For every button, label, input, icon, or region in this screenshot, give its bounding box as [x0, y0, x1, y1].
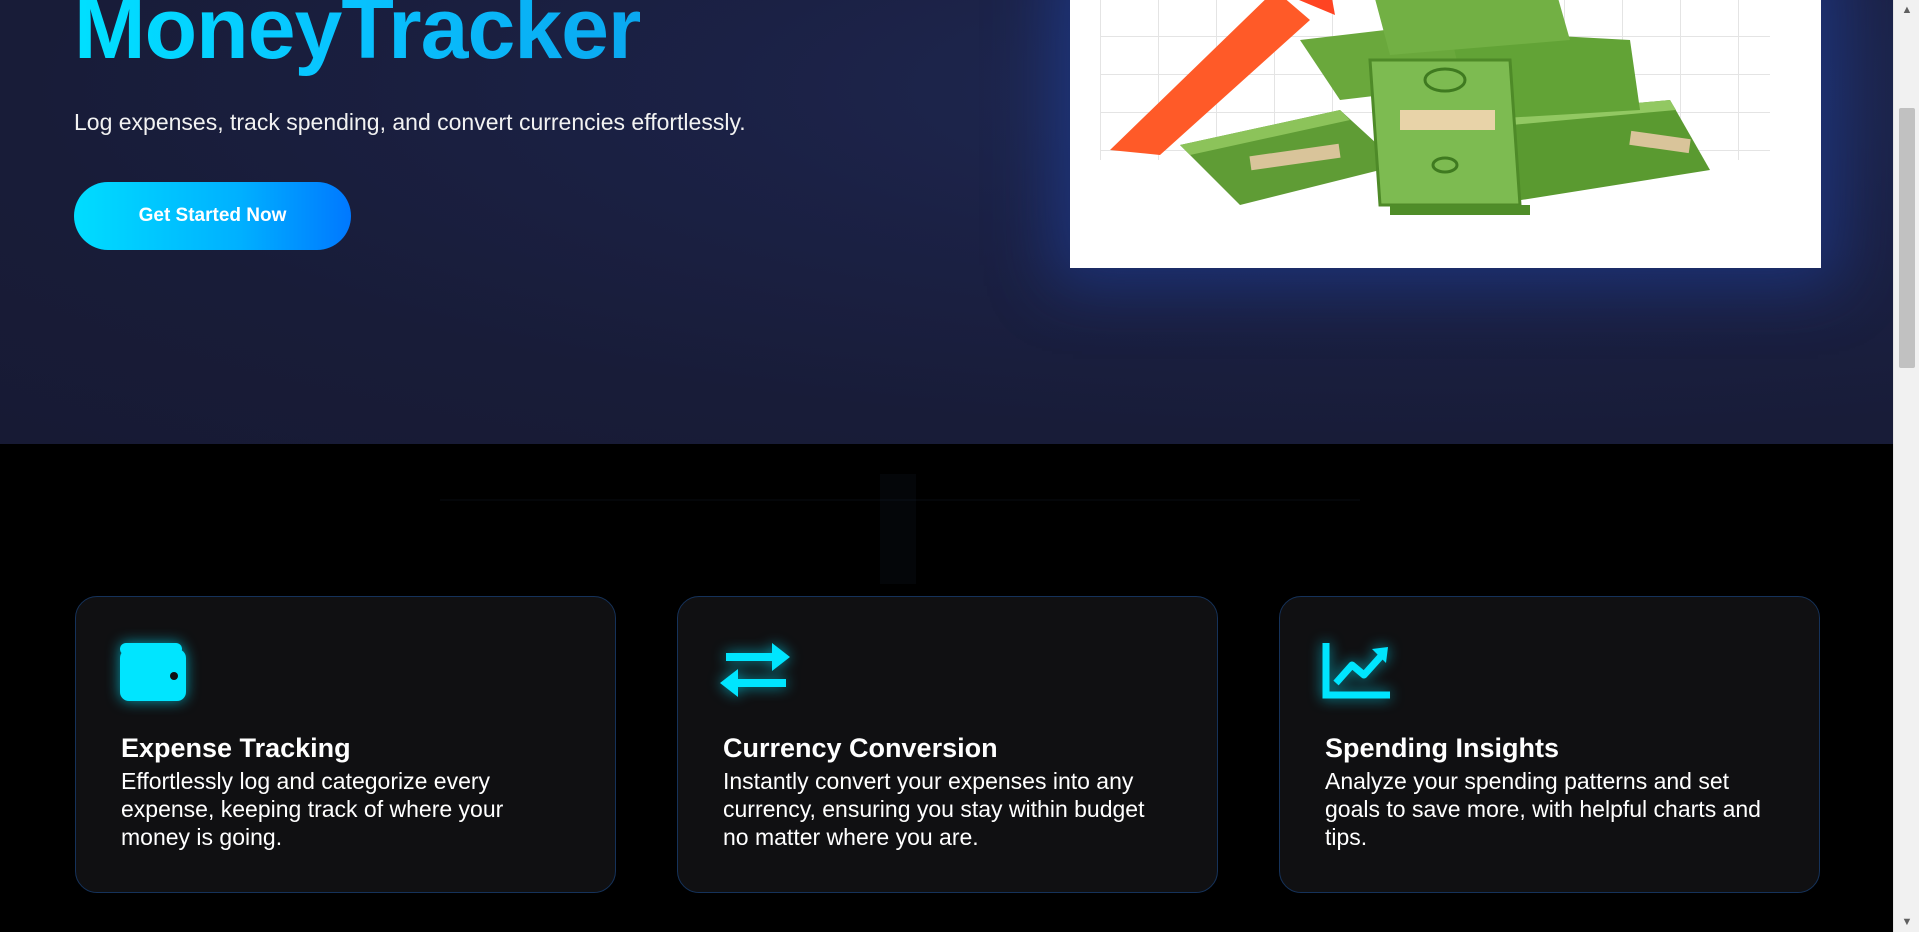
feature-card-spending-insights: Spending Insights Analyze your spending … — [1279, 596, 1820, 893]
scrollbar-thumb[interactable] — [1899, 108, 1915, 368]
hero-section: MoneyTracker Log expenses, track spendin… — [0, 0, 1893, 444]
feature-title: Currency Conversion — [723, 733, 998, 763]
money-stack-illustration — [1110, 0, 1710, 215]
wallet-icon — [118, 639, 188, 703]
feature-description: Instantly convert your expenses into any… — [723, 768, 1145, 850]
scroll-up-arrow-icon[interactable]: ▲ — [1894, 0, 1919, 20]
feature-card-currency-conversion: Currency Conversion Instantly convert yo… — [677, 596, 1218, 893]
vertical-scrollbar[interactable]: ▲ ▼ — [1893, 0, 1919, 932]
features-section: Expense Tracking Effortlessly log and ca… — [0, 444, 1893, 932]
page-viewport: MoneyTracker Log expenses, track spendin… — [0, 0, 1893, 932]
exchange-arrows-icon — [720, 639, 790, 703]
hero-title: MoneyTracker — [74, 0, 641, 77]
background-line — [880, 474, 916, 584]
feature-title: Expense Tracking — [121, 733, 351, 763]
feature-title: Spending Insights — [1325, 733, 1559, 763]
get-started-button[interactable]: Get Started Now — [74, 182, 351, 250]
line-chart-icon — [1322, 639, 1392, 703]
feature-card-expense-tracking: Expense Tracking Effortlessly log and ca… — [75, 596, 616, 893]
hero-subtitle: Log expenses, track spending, and conver… — [74, 109, 746, 135]
hero-money-image — [1070, 0, 1821, 268]
scroll-down-arrow-icon[interactable]: ▼ — [1894, 912, 1919, 932]
feature-description: Analyze your spending patterns and set g… — [1325, 768, 1761, 850]
feature-description: Effortlessly log and categorize every ex… — [121, 768, 504, 850]
